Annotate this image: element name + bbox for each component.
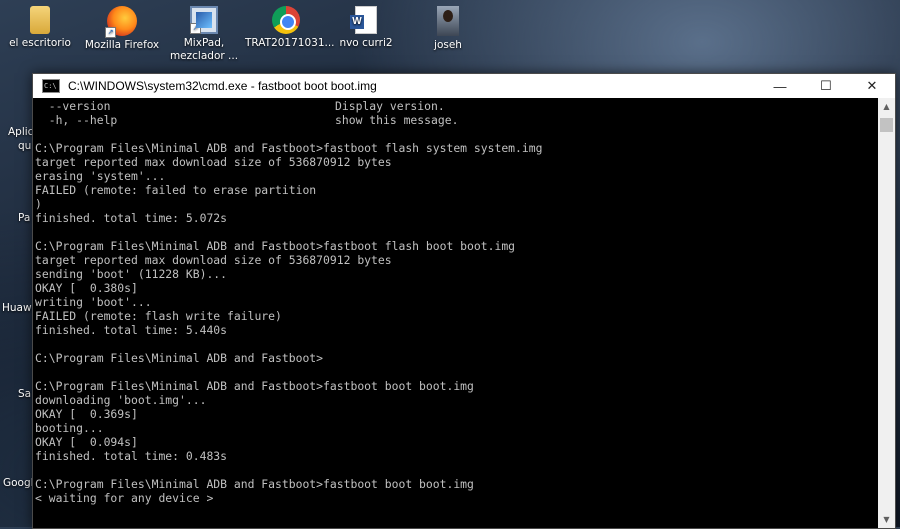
console-line: downloading 'boot.img'... — [35, 393, 878, 407]
console-line-text: < waiting for any device > — [35, 491, 214, 505]
console-line: ) — [35, 197, 878, 211]
console-line-text: C:\Program Files\Minimal ADB and Fastboo… — [35, 379, 474, 393]
minimize-button[interactable]: — — [757, 74, 803, 98]
console-line: --version Display version. — [35, 99, 878, 113]
console-line: FAILED (remote: failed to erase partitio… — [35, 183, 878, 197]
console-line: C:\Program Files\Minimal ADB and Fastboo… — [35, 351, 878, 365]
console-line: erasing 'system'... — [35, 169, 878, 183]
maximize-button[interactable]: ☐ — [803, 74, 849, 98]
desktop-icon-mixpad[interactable]: ↗ MixPad, mezclador ... — [163, 4, 245, 63]
desktop-icon-label: Mozilla Firefox — [84, 39, 160, 51]
title-bar[interactable]: C:\WINDOWS\system32\cmd.exe - fastboot b… — [33, 74, 895, 98]
console-line-description: Display version. — [335, 99, 445, 113]
console-line: C:\Program Files\Minimal ADB and Fastboo… — [35, 239, 878, 253]
console-line: sending 'boot' (11228 KB)... — [35, 267, 878, 281]
console-line-text: C:\Program Files\Minimal ADB and Fastboo… — [35, 351, 324, 365]
console-output[interactable]: --version Display version. -h, --help show… — [33, 98, 878, 528]
console-line: booting... — [35, 421, 878, 435]
console-line: target reported max download size of 536… — [35, 253, 878, 267]
edge-icon-label[interactable]: Googl — [3, 477, 34, 489]
console-line-text: C:\Program Files\Minimal ADB and Fastboo… — [35, 141, 543, 155]
console-line-text: sending 'boot' (11228 KB)... — [35, 267, 228, 281]
chrome-icon — [272, 6, 300, 34]
console-line-text: writing 'boot'... — [35, 295, 152, 309]
console-line: C:\Program Files\Minimal ADB and Fastboo… — [35, 141, 878, 155]
edge-icon-label[interactable]: Pa — [18, 212, 30, 224]
console-line-text: erasing 'system'... — [35, 169, 166, 183]
desktop-icon-firefox[interactable]: ↗ Mozilla Firefox — [81, 4, 163, 52]
firefox-icon: ↗ — [105, 6, 137, 38]
desktop-icon-label: nvo curri2 — [339, 37, 393, 49]
console-line-text: OKAY [ 0.380s] — [35, 281, 138, 295]
mixpad-icon: ↗ — [190, 6, 218, 34]
console-line: writing 'boot'... — [35, 295, 878, 309]
console-line: FAILED (remote: flash write failure) — [35, 309, 878, 323]
edge-icon-label[interactable]: Aplic — [8, 126, 33, 138]
cmd-window[interactable]: C:\WINDOWS\system32\cmd.exe - fastboot b… — [32, 73, 896, 529]
scroll-down-arrow-icon[interactable]: ▼ — [878, 511, 895, 528]
console-line-text: OKAY [ 0.369s] — [35, 407, 138, 421]
console-line: OKAY [ 0.380s] — [35, 281, 878, 295]
folder-icon — [30, 6, 50, 34]
console-line: finished. total time: 5.440s — [35, 323, 878, 337]
vertical-scrollbar[interactable]: ▲ ▼ — [878, 98, 895, 528]
console-line-text: finished. total time: 0.483s — [35, 449, 228, 463]
console-line-text: -h, --help — [35, 113, 118, 127]
console-line-text: finished. total time: 5.072s — [35, 211, 228, 225]
console-line-text: downloading 'boot.img'... — [35, 393, 207, 407]
console-line: OKAY [ 0.094s] — [35, 435, 878, 449]
console-line: finished. total time: 5.072s — [35, 211, 878, 225]
console-line-text: --version — [35, 99, 111, 113]
desktop-icon-photo[interactable]: joseh — [407, 4, 489, 52]
desktop-icon-label: joseh — [434, 39, 462, 51]
console-line: C:\Program Files\Minimal ADB and Fastboo… — [35, 477, 878, 491]
word-document-icon — [350, 6, 377, 34]
console-line: C:\Program Files\Minimal ADB and Fastboo… — [35, 379, 878, 393]
console-line-text: OKAY [ 0.094s] — [35, 435, 138, 449]
shortcut-arrow-icon: ↗ — [190, 23, 201, 34]
console-line: OKAY [ 0.369s] — [35, 407, 878, 421]
close-button[interactable]: ✕ — [849, 74, 895, 98]
shortcut-arrow-icon: ↗ — [105, 27, 116, 38]
edge-icon-label[interactable]: qu — [18, 140, 31, 152]
photo-icon — [437, 6, 459, 36]
cmd-app-icon[interactable] — [42, 79, 60, 93]
desktop-icon-word-doc[interactable]: nvo curri2 — [325, 4, 407, 50]
console-line-description: show this message. — [335, 113, 459, 127]
desktop-icon-label: TRAT20171031... — [245, 37, 335, 49]
console-line-text: FAILED (remote: flash write failure) — [35, 309, 282, 323]
console-line: target reported max download size of 536… — [35, 155, 878, 169]
desktop-icon-label: MixPad, mezclador ... — [169, 37, 239, 62]
window-title: C:\WINDOWS\system32\cmd.exe - fastboot b… — [68, 79, 377, 93]
edge-icon-label[interactable]: Huaw — [2, 302, 32, 314]
console-line-text: finished. total time: 5.440s — [35, 323, 228, 337]
console-line: -h, --help show this message. — [35, 113, 878, 127]
console-line: < waiting for any device > — [35, 491, 878, 505]
console-line-text: target reported max download size of 536… — [35, 155, 392, 169]
console-line-text: C:\Program Files\Minimal ADB and Fastboo… — [35, 477, 474, 491]
console-line: finished. total time: 0.483s — [35, 449, 878, 463]
console-line-text: ) — [35, 197, 42, 211]
scrollbar-thumb[interactable] — [880, 118, 893, 132]
scroll-up-arrow-icon[interactable]: ▲ — [878, 98, 895, 115]
console-line-text: FAILED (remote: failed to erase partitio… — [35, 183, 317, 197]
edge-icon-label[interactable]: Sa — [18, 388, 31, 400]
desktop-icon-folder[interactable]: el escritorio — [0, 4, 81, 50]
console-line-text: C:\Program Files\Minimal ADB and Fastboo… — [35, 239, 516, 253]
desktop-icon-label: el escritorio — [9, 37, 71, 49]
console-line-text: booting... — [35, 421, 104, 435]
desktop-icon-chrome-file[interactable]: TRAT20171031... — [245, 4, 335, 50]
console-line-text: target reported max download size of 536… — [35, 253, 392, 267]
